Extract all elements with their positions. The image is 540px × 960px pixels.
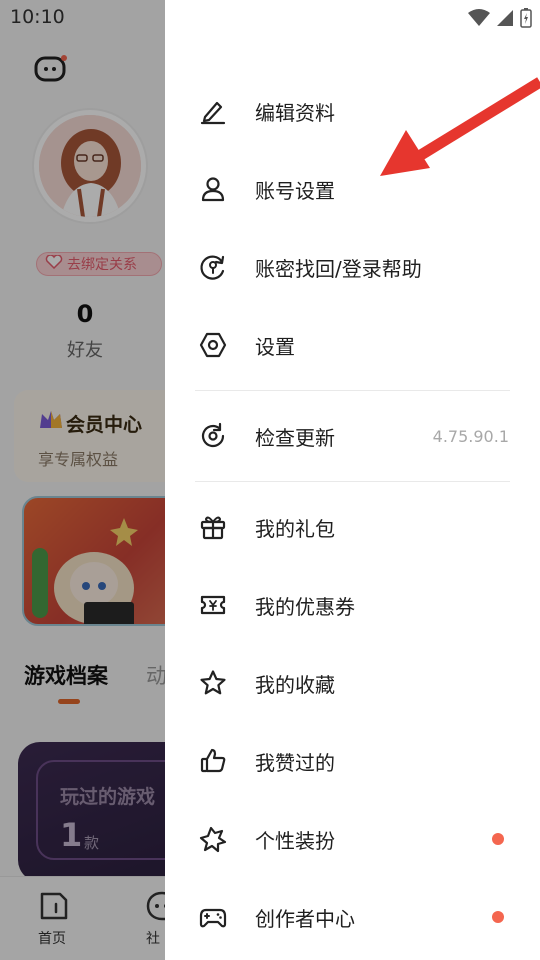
recover-icon <box>200 255 225 280</box>
puzzle-icon <box>199 826 227 853</box>
menu-item-creator-center[interactable]: 创作者中心 <box>165 882 540 952</box>
menu-item-my-coupons[interactable]: 我的优惠券 <box>165 570 540 640</box>
refresh-icon <box>201 422 225 448</box>
signal-icon <box>497 10 513 26</box>
wifi-icon <box>468 9 490 26</box>
settings-icon <box>199 332 227 358</box>
menu-label: 设置 <box>255 334 295 359</box>
menu-label: 账密找回/登录帮助 <box>255 256 422 281</box>
gamepad-icon <box>199 908 227 928</box>
battery-icon <box>520 8 532 28</box>
menu-label: 编辑资料 <box>255 100 335 125</box>
menu-label: 我的礼包 <box>255 516 335 541</box>
star-icon <box>200 670 226 695</box>
status-icons <box>468 8 532 28</box>
edit-icon <box>200 101 226 125</box>
menu-divider <box>195 481 510 482</box>
menu-item-liked[interactable]: 我赞过的 <box>165 726 540 796</box>
menu-item-check-update[interactable]: 检查更新 4.75.90.1 <box>165 401 540 471</box>
menu-label: 账号设置 <box>255 178 335 203</box>
menu-label: 个性装扮 <box>255 828 335 853</box>
thumbs-up-icon <box>200 748 226 773</box>
app-version: 4.75.90.1 <box>432 426 509 446</box>
new-badge-dot <box>492 833 504 845</box>
menu-label: 我的收藏 <box>255 672 335 697</box>
coupon-icon <box>200 595 226 615</box>
menu-item-my-gift-packs[interactable]: 我的礼包 <box>165 492 540 562</box>
new-badge-dot <box>492 911 504 923</box>
menu-item-account-settings[interactable]: 账号设置 <box>165 154 540 224</box>
menu-item-recover-login-help[interactable]: 账密找回/登录帮助 <box>165 232 540 302</box>
menu-item-personal-dressup[interactable]: 个性装扮 <box>165 804 540 874</box>
menu-label: 检查更新 <box>255 425 335 450</box>
user-icon <box>201 177 225 202</box>
menu-label: 我的优惠券 <box>255 594 355 619</box>
side-drawer: 编辑资料 账号设置 账密找回/登录帮助 设置 检查更新 4.75.90.1 我的… <box>165 0 540 960</box>
menu-item-edit-profile[interactable]: 编辑资料 <box>165 76 540 146</box>
menu-item-my-favorites[interactable]: 我的收藏 <box>165 648 540 718</box>
menu-label: 创作者中心 <box>255 906 355 931</box>
menu-label: 我赞过的 <box>255 750 335 775</box>
gift-icon <box>200 516 226 540</box>
menu-divider <box>195 390 510 391</box>
menu-item-settings[interactable]: 设置 <box>165 310 540 380</box>
